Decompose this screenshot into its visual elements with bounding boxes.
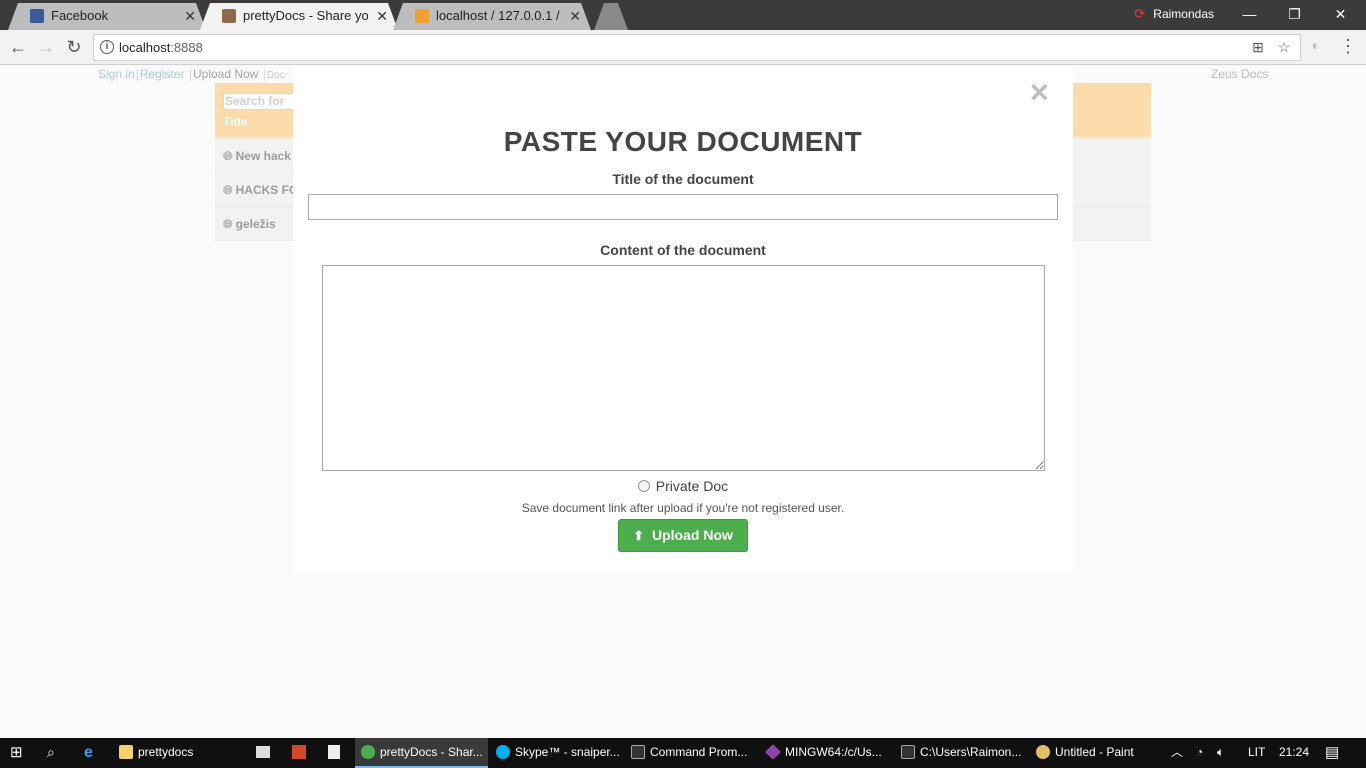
store-icon[interactable] [256,738,270,768]
paint-icon [1036,745,1050,759]
private-doc-label[interactable]: Private Doc [656,478,728,494]
taskbar-item-explorer-path[interactable]: C:\Users\Raimon... [895,738,1028,768]
private-doc-radio[interactable] [637,480,650,492]
new-tab-button[interactable] [594,3,628,30]
back-arrow-icon[interactable]: ← [6,36,30,60]
page-content: Sign in|Register |Upload Now |Doc Zeus D… [0,66,1366,738]
url-host: localhost [119,40,171,55]
private-doc-option[interactable]: Private Doc [293,478,1073,494]
browser-toolbar: ← → ↻ i localhost:8888 ⊞ ☆ ◐ ⋮ [0,30,1366,65]
translate-icon[interactable]: ⊞ [1248,38,1268,58]
tab-prettydocs[interactable]: prettyDocs - Share your d ✕ [200,3,398,30]
clock[interactable]: 21:24 [1279,738,1309,768]
minimize-button[interactable]: — [1227,0,1272,30]
profile-name: Raimondas [1153,7,1214,21]
taskbar-label: prettydocs [138,745,194,759]
upload-icon: ⬆ [633,528,644,543]
forward-arrow-icon[interactable]: → [34,36,58,60]
url-port: :8888 [170,40,203,55]
phpmyadmin-favicon-icon [415,9,429,23]
taskbar-item-paint[interactable]: Untitled - Paint [1030,738,1163,768]
document-content-textarea[interactable] [322,265,1045,471]
show-hidden-icons-icon[interactable]: ︿ [1171,738,1183,768]
prettydocs-favicon-icon [222,9,236,23]
tab-close-icon[interactable]: ✕ [184,3,196,29]
taskbar-item-skype[interactable]: Skype™ - snaiper... [490,738,623,768]
taskbar-label: Command Prom... [650,745,748,759]
save-link-note: Save document link after upload if you'r… [521,501,845,515]
extension-icon[interactable]: ◐ [1306,37,1326,57]
tab-title: Facebook [51,8,109,23]
browser-titlebar: Facebook ✕ prettyDocs - Share your d ✕ l… [0,0,1366,30]
edge-browser-icon[interactable]: e [84,738,93,768]
folder-icon [119,745,133,759]
close-window-button[interactable]: ✕ [1318,0,1363,30]
taskbar-label: C:\Users\Raimon... [920,745,1022,759]
taskbar-label: MINGW64:/c/Us... [785,745,882,759]
bookmark-star-icon[interactable]: ☆ [1274,38,1294,58]
chrome-icon [361,745,375,759]
paste-document-modal: × PASTE YOUR DOCUMENT Title of the docum… [293,66,1073,573]
command-prompt-icon [631,745,645,759]
action-center-icon[interactable]: ▤ [1325,738,1339,768]
taskbar-label: Untitled - Paint [1055,745,1134,759]
notepad-icon[interactable] [328,738,340,768]
profile-icon: ⟳ [1134,6,1146,21]
tab-close-icon[interactable]: ✕ [376,3,388,29]
volume-icon[interactable]: 🔈︎ [1217,738,1224,768]
taskbar-item-mingw64[interactable]: MINGW64:/c/Us... [760,738,893,768]
restore-button[interactable]: ❐ [1272,0,1317,30]
browser-profile[interactable]: ⟳ Raimondas [1134,0,1214,30]
browser-menu-icon[interactable]: ⋮ [1339,36,1357,58]
upload-now-button[interactable]: ⬆ Upload Now [618,519,748,552]
tab-title: localhost / 127.0.0.1 / pre [436,8,561,23]
title-field-label: Title of the document [612,171,754,187]
close-icon[interactable]: × [1030,74,1049,110]
windows-start-icon[interactable]: ⊞ [10,738,23,768]
content-field-label: Content of the document [600,242,766,258]
tab-facebook[interactable]: Facebook ✕ [8,3,206,30]
taskbar-item-chrome[interactable]: prettyDocs - Shar... [355,738,488,768]
reload-icon[interactable]: ↻ [62,36,86,60]
taskbar-label: prettyDocs - Shar... [380,745,483,759]
language-indicator[interactable]: LIT [1248,738,1265,768]
tab-title: prettyDocs - Share your d [243,8,368,23]
search-icon[interactable]: ⌕ [47,738,55,768]
modal-title: PASTE YOUR DOCUMENT [503,126,863,157]
address-bar[interactable]: i localhost:8888 ⊞ ☆ [93,34,1301,61]
taskbar-label: Skype™ - snaiper... [515,745,620,759]
facebook-favicon-icon [30,9,44,23]
windows-taskbar: ⊞ ⌕ e prettydocs prettyDocs - Shar... Sk… [0,738,1366,768]
git-bash-icon [765,744,781,760]
address-url[interactable]: localhost:8888 [119,35,203,60]
tab-close-icon[interactable]: ✕ [569,3,581,29]
taskbar-item-prettydocs-folder[interactable]: prettydocs [113,738,243,768]
site-info-icon[interactable]: i [100,40,114,54]
console-icon [901,745,915,759]
tab-phpmyadmin[interactable]: localhost / 127.0.0.1 / pre ✕ [393,3,591,30]
wifi-icon[interactable]: ◔ [1196,738,1203,768]
powerpoint-icon[interactable] [292,738,306,768]
taskbar-item-command-prompt[interactable]: Command Prom... [625,738,758,768]
upload-button-label: Upload Now [652,527,733,543]
document-title-input[interactable] [308,194,1058,220]
skype-icon [496,745,510,759]
